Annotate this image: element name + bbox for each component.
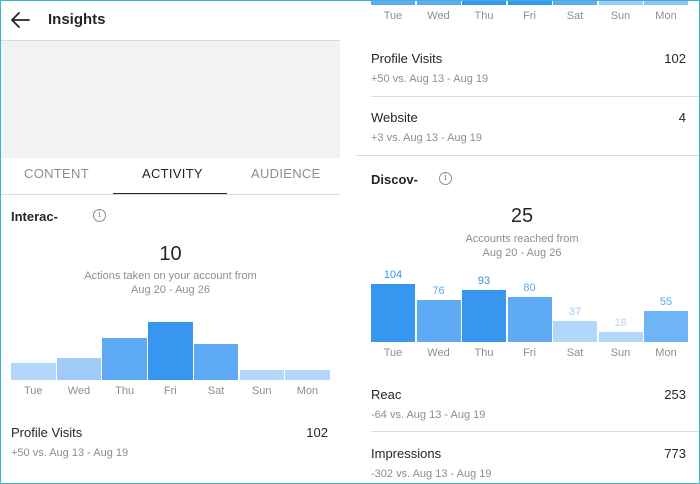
interactions-axis-label: Fri [163,385,177,397]
reach-value: 253 [664,387,686,402]
previous-chart-bar [416,0,461,5]
row-divider [371,431,699,432]
interactions-axis-label: Mon [296,385,319,397]
discovery-bar-value: 93 [477,275,491,288]
profile-visits-label: Profile Visits [371,51,443,66]
discovery-caption-line1: Accounts reached from [465,233,579,245]
discovery-bar-value: 76 [432,284,445,297]
discovery-caption-line2: Aug 20 - Aug 26 [482,247,562,259]
info-icon[interactable]: i [93,209,106,222]
previous-chart-axis-label: Thu [474,10,494,22]
page-title: Insights [48,11,106,28]
discovery-bar-value: 55 [659,296,673,309]
impressions-value: 773 [664,446,686,461]
impressions-label: Impressions [371,446,442,461]
discovery-bar-sun [598,331,643,342]
back-arrow-icon[interactable] [9,10,31,30]
info-icon[interactable]: i [439,172,452,185]
interactions-bar-wed [56,357,102,380]
website-value: 4 [678,110,686,125]
previous-chart-bar [371,0,415,5]
discovery-bar-value: 80 [523,282,536,295]
discovery-axis-label: Fri [523,347,536,359]
discovery-bar-thu [462,290,506,342]
previous-chart-axis-label: Mon [655,10,677,22]
discovery-bar-tue [371,284,415,342]
discovery-axis-label: Thu [474,347,494,359]
right-screen: Profile Visits 102 +50 vs. Aug 13 - Aug … [356,0,699,484]
panel-gap [340,0,356,484]
interactions-bar-sun [239,370,284,380]
interactions-bar-mon [285,370,330,380]
previous-chart-bar [507,0,552,5]
interactions-axis-label: Sat [207,385,225,397]
interactions-title: Interac- [11,209,58,224]
interactions-bar-sat [193,344,239,380]
previous-chart-bar [598,0,643,5]
profile-visits-change: +50 vs. Aug 13 - Aug 19 [371,73,489,85]
interactions-axis-label: Wed [67,385,91,397]
previous-chart-axis-label: Sun [610,10,631,22]
tab-audience[interactable]: AUDIENCE [251,166,321,181]
previous-chart-axis-label: Fri [523,10,536,22]
discovery-bar-fri [507,297,552,342]
discovery-axis-label: Tue [383,347,403,359]
profile-visits-value: 102 [664,51,686,66]
reach-label: Reac [371,387,402,402]
top-bar: Insights [1,0,340,40]
website-label: Website [371,110,418,125]
previous-chart-axis-label: Tue [383,10,403,22]
profile-visits-value: 102 [306,425,328,440]
previous-chart-bar [462,0,506,5]
interactions-bar-fri [148,322,193,380]
interactions-bar-thu [102,338,147,380]
interactions-axis-label: Sun [251,385,272,397]
discovery-axis-label: Sun [610,347,631,359]
discovery-bar-mon [644,311,688,342]
discovery-bar-value: 104 [383,269,403,281]
discovery-total: 25 [510,205,534,227]
tab-content[interactable]: CONTENT [24,166,89,181]
interactions-bar-tue [11,362,56,380]
previous-chart-bar [553,0,597,5]
previous-chart-axis-label: Sat [566,10,584,22]
reach-change: -64 vs. Aug 13 - Aug 19 [371,409,486,421]
discovery-axis-label: Sat [566,347,584,359]
interactions-axis-label: Tue [23,385,43,397]
website-change: +3 vs. Aug 13 - Aug 19 [371,132,482,144]
discovery-bar-value: 18 [614,316,627,329]
discovery-bar-wed [416,299,461,342]
interactions-caption-line2: Aug 20 - Aug 26 [131,284,210,296]
tab-activity[interactable]: ACTIVITY [142,166,203,181]
interactions-caption-line1: Actions taken on your account from [84,270,257,282]
row-divider [371,96,699,97]
interactions-total: 10 [159,243,182,265]
previous-chart-axis-label: Wed [427,10,450,22]
discovery-bar-value: 37 [568,306,582,319]
impressions-change: -302 vs. Aug 13 - Aug 19 [371,468,492,480]
discovery-title: Discov- [371,172,418,187]
discovery-axis-label: Mon [655,347,677,359]
profile-visits-label: Profile Visits [11,425,83,440]
interactions-axis-label: Thu [115,385,135,397]
left-screen: Insights CONTENT ACTIVITY AUDIENCE Inter… [1,0,340,484]
discovery-axis-label: Wed [427,347,450,359]
profile-visits-change: +50 vs. Aug 13 - Aug 19 [11,447,129,459]
previous-chart-bar [644,0,688,5]
discovery-bar-sat [553,321,597,342]
tab-bar: CONTENT ACTIVITY AUDIENCE [1,158,340,194]
section-divider [356,155,699,156]
tab-divider [1,194,340,195]
